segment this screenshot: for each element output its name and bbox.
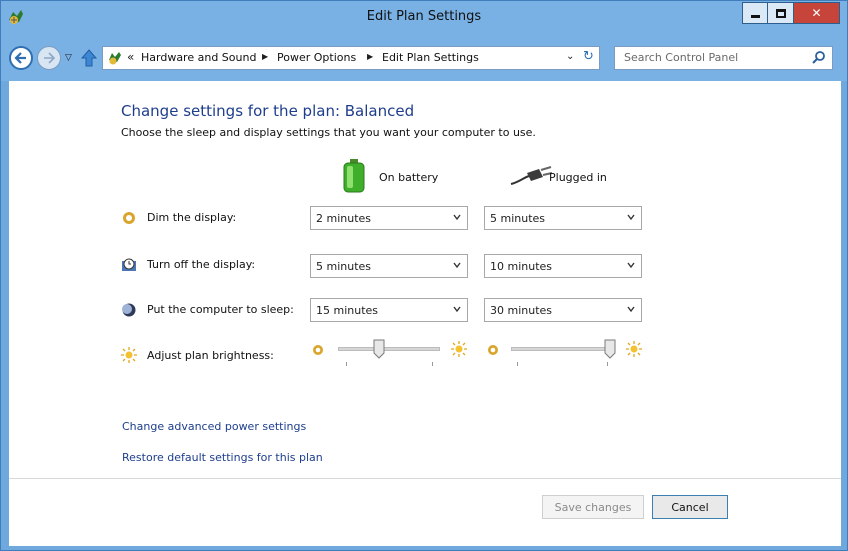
forward-button[interactable] <box>37 46 61 70</box>
sleep-plugged-value: 30 minutes <box>490 304 553 317</box>
brightness-battery-thumb[interactable] <box>373 339 385 359</box>
footer: Save changes Cancel <box>9 478 841 546</box>
dim-display-battery-select[interactable]: 2 minutes <box>310 206 468 230</box>
brightness-label: Adjust plan brightness: <box>147 349 274 362</box>
page-description: Choose the sleep and display settings th… <box>121 126 536 139</box>
refresh-icon[interactable]: ↻ <box>583 49 594 64</box>
search-icon[interactable] <box>811 50 827 66</box>
save-changes-button[interactable]: Save changes <box>542 495 644 519</box>
slider-tick <box>607 362 608 366</box>
brightness-low-icon <box>313 345 323 355</box>
column-plugged-in: Plugged in <box>549 171 607 184</box>
brightness-plugged-slider[interactable] <box>511 347 615 351</box>
close-button[interactable]: ✕ <box>794 2 840 24</box>
sleep-battery-select[interactable]: 15 minutes <box>310 298 468 322</box>
chevron-down-icon <box>453 214 461 221</box>
dim-display-icon <box>123 212 135 224</box>
change-advanced-power-settings-link[interactable]: Change advanced power settings <box>122 420 306 433</box>
maximize-icon <box>775 8 786 18</box>
column-on-battery: On battery <box>379 171 439 184</box>
title-bar[interactable]: Edit Plan Settings ✕ <box>1 1 847 35</box>
chevron-down-icon <box>453 306 461 313</box>
recent-pages-dropdown[interactable]: ▽ <box>65 53 72 63</box>
dim-display-battery-value: 2 minutes <box>316 212 372 225</box>
turn-off-display-label: Turn off the display: <box>147 258 256 271</box>
sleep-icon <box>122 303 136 317</box>
window: Edit Plan Settings ✕ ▽ « Hardware and So… <box>0 0 848 551</box>
minimize-button[interactable] <box>742 2 768 24</box>
chevron-down-icon <box>627 306 635 313</box>
dim-display-plugged-select[interactable]: 5 minutes <box>484 206 642 230</box>
breadcrumb-overflow[interactable]: « <box>127 50 134 64</box>
address-dropdown-icon[interactable]: ⌄ <box>566 51 574 62</box>
breadcrumb-hardware-and-sound[interactable]: Hardware and Sound <box>141 51 256 64</box>
brightness-low-icon <box>488 345 498 355</box>
chevron-down-icon <box>453 262 461 269</box>
page-title: Change settings for the plan: Balanced <box>121 102 415 120</box>
main-content: Change settings for the plan: Balanced C… <box>9 81 841 478</box>
breadcrumb-power-options[interactable]: Power Options <box>277 51 356 64</box>
brightness-plugged-thumb[interactable] <box>604 339 616 359</box>
sleep-battery-value: 15 minutes <box>316 304 379 317</box>
back-arrow-icon <box>14 52 26 64</box>
battery-icon <box>343 159 365 193</box>
slider-tick <box>517 362 518 366</box>
search-input[interactable]: Search Control Panel <box>624 51 738 64</box>
up-arrow-icon[interactable] <box>80 48 98 68</box>
slider-tick <box>432 362 433 366</box>
dim-display-plugged-value: 5 minutes <box>490 212 546 225</box>
dim-display-label: Dim the display: <box>147 211 237 224</box>
turn-off-display-battery-select[interactable]: 5 minutes <box>310 254 468 278</box>
close-icon: ✕ <box>811 6 822 20</box>
address-bar[interactable]: « Hardware and Sound ▶ Power Options ▶ E… <box>102 46 600 70</box>
brightness-high-icon <box>451 341 467 357</box>
turn-off-display-icon <box>122 258 136 271</box>
forward-arrow-icon <box>44 52 56 64</box>
search-box[interactable]: Search Control Panel <box>614 46 833 70</box>
sleep-plugged-select[interactable]: 30 minutes <box>484 298 642 322</box>
back-button[interactable] <box>9 46 33 70</box>
maximize-button[interactable] <box>768 2 794 24</box>
sleep-label: Put the computer to sleep: <box>147 303 294 316</box>
cancel-button[interactable]: Cancel <box>652 495 728 519</box>
brightness-battery-slider[interactable] <box>338 347 440 351</box>
window-title: Edit Plan Settings <box>366 9 482 24</box>
breadcrumb-separator-icon[interactable]: ▶ <box>262 52 268 61</box>
restore-default-settings-link[interactable]: Restore default settings for this plan <box>122 451 323 464</box>
chevron-down-icon <box>627 262 635 269</box>
breadcrumb-edit-plan-settings[interactable]: Edit Plan Settings <box>382 51 479 64</box>
navigation-bar: ▽ « Hardware and Sound ▶ Power Options ▶… <box>1 35 847 81</box>
brightness-high-icon <box>626 341 642 357</box>
turn-off-display-battery-value: 5 minutes <box>316 260 372 273</box>
turn-off-display-plugged-select[interactable]: 10 minutes <box>484 254 642 278</box>
brightness-icon <box>121 347 137 363</box>
turn-off-display-plugged-value: 10 minutes <box>490 260 553 273</box>
minimize-icon <box>750 14 760 18</box>
plug-icon <box>510 166 553 185</box>
breadcrumb-separator-icon[interactable]: ▶ <box>367 52 373 61</box>
power-options-icon <box>109 52 121 65</box>
slider-tick <box>346 362 347 366</box>
chevron-down-icon <box>627 214 635 221</box>
